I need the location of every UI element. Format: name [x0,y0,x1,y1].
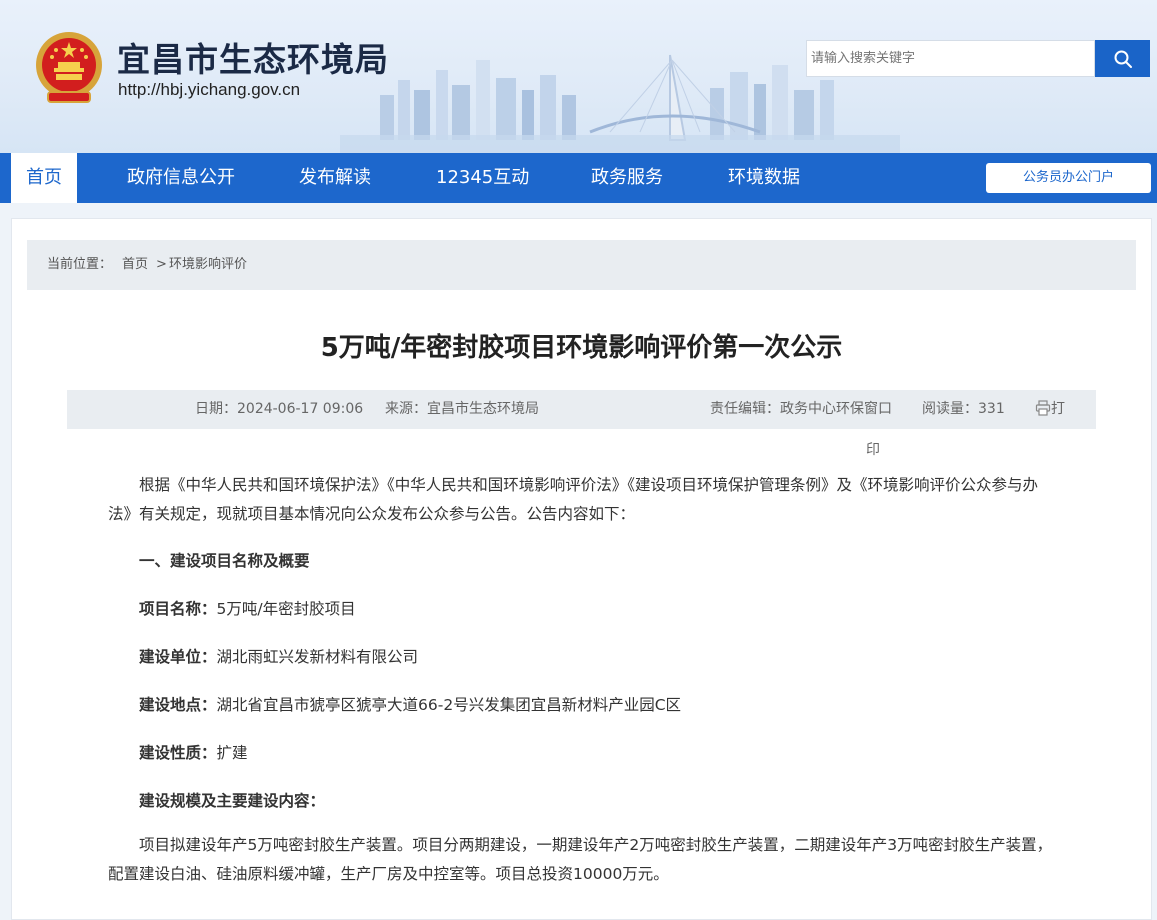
article-date: 日期：2024-06-17 09:06 [195,401,364,417]
print-button[interactable]: 打 [1035,390,1065,429]
search-button[interactable] [1095,40,1150,77]
field-project-name: 项目名称：5万吨/年密封胶项目 [139,597,356,619]
field-label: 建设地点： [139,696,217,714]
civil-servant-portal-button[interactable]: 公务员办公门户 [986,163,1151,193]
article-views: 阅读量：331 [922,401,1005,417]
field-label: 项目名称： [139,600,217,618]
site-url: http://hbj.yichang.gov.cn [118,80,301,99]
nav-gov-services[interactable]: 政务服务 [591,153,663,203]
article-editor: 责任编辑：政务中心环保窗口 [710,401,892,417]
site-title: 宜昌市生态环境局 [117,40,389,79]
breadcrumb-prefix: 当前位置： [47,257,113,272]
field-construction-site: 建设地点：湖北省宜昌市猇亭区猇亭大道66-2号兴发集团宜昌新材料产业园C区 [139,693,681,715]
field-value: 湖北雨虹兴发新材料有限公司 [216,648,419,666]
nav-home[interactable]: 首页 [11,153,77,203]
breadcrumb-separator: > [156,257,167,272]
search-icon [1114,50,1132,68]
field-label: 建设性质： [139,744,217,762]
breadcrumb-current-link[interactable]: 环境影响评价 [169,240,247,290]
scale-heading: 建设规模及主要建设内容： [139,792,326,810]
search-input[interactable] [806,40,1095,77]
field-label: 建设单位： [139,648,217,666]
breadcrumb-home-link[interactable]: 首页 [122,240,148,290]
national-emblem-logo [36,32,102,103]
print-label-1: 打 [1051,401,1065,417]
nav-12345-interaction[interactable]: 12345互动 [436,153,529,203]
printer-icon [1035,400,1051,416]
field-value: 湖北省宜昌市猇亭区猇亭大道66-2号兴发集团宜昌新材料产业园C区 [216,696,682,714]
field-construction-unit: 建设单位：湖北雨虹兴发新材料有限公司 [139,645,418,667]
article-source: 来源：宜昌市生态环境局 [385,401,539,417]
field-construction-nature: 建设性质：扩建 [139,741,248,763]
article-meta-bar: 日期：2024-06-17 09:06 来源：宜昌市生态环境局 责任编辑：政务中… [67,390,1096,429]
content-panel: 当前位置： 首页 > 环境影响评价 5万吨/年密封胶项目环境影响评价第一次公示 … [11,218,1152,920]
breadcrumb: 当前位置： 首页 > 环境影响评价 [27,240,1136,290]
nav-gov-info[interactable]: 政府信息公开 [127,153,235,203]
article-title: 5万吨/年密封胶项目环境影响评价第一次公示 [320,333,843,363]
print-label-2[interactable]: 印 [866,439,880,459]
intro-paragraph: 根据《中华人民共和国环境保护法》《中华人民共和国环境影响评价法》《建设项目环境保… [108,476,1039,523]
site-header: 宜昌市生态环境局 http://hbj.yichang.gov.cn [0,0,1157,153]
section-heading-project-overview: 一、建设项目名称及概要 [139,552,310,570]
nav-release-interpretation[interactable]: 发布解读 [299,153,371,203]
scale-paragraph: 项目拟建设年产5万吨密封胶生产装置。项目分两期建设，一期建设年产2万吨密封胶生产… [108,836,1053,883]
nav-env-data[interactable]: 环境数据 [728,153,800,203]
main-nav: 首页 政府信息公开 发布解读 12345互动 政务服务 环境数据 [0,153,1157,203]
field-value: 5万吨/年密封胶项目 [216,600,356,618]
field-value: 扩建 [216,744,248,762]
